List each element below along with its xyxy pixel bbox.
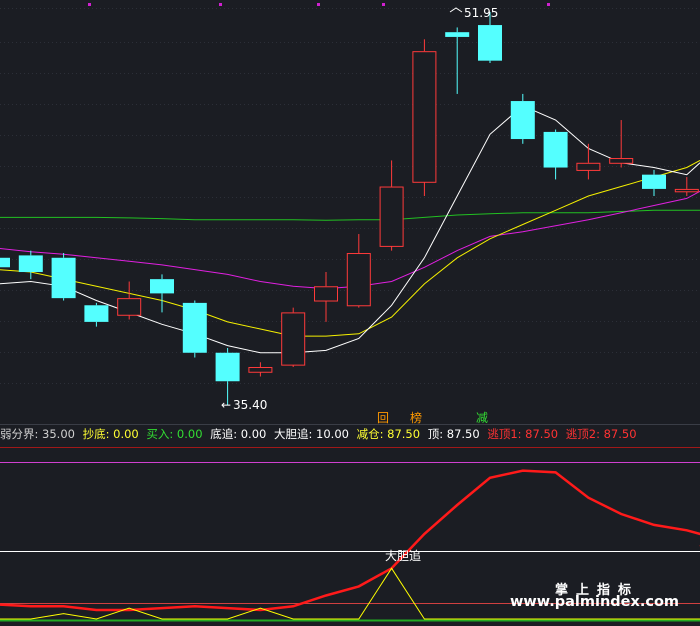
- watermark-url: www.palmindex.com: [510, 594, 680, 610]
- indicator-item-weak-boundary: 弱分界: 35.00: [0, 427, 75, 441]
- high-price-label: 51.95: [464, 6, 498, 20]
- indicator-item-bottom-fishing: 抄底: 0.00: [82, 427, 139, 441]
- candle-body-up: [412, 51, 437, 183]
- indicator-item-escape-top-2: 逃顶2: 87.50: [565, 427, 637, 441]
- candle-body-up: [576, 162, 601, 171]
- indicator-item-top: 顶: 87.50: [427, 427, 480, 441]
- candle-body-down: [478, 25, 502, 61]
- indicator-value-bar: 弱分界: 35.00 抄底: 0.00 买入: 0.00 底追: 0.00 大胆…: [0, 426, 700, 442]
- candle-body-up: [248, 367, 273, 373]
- indicator-item-bottom-chase: 底追: 0.00: [210, 427, 267, 441]
- candle-body-up: [314, 286, 338, 302]
- candle: [510, 93, 535, 144]
- top-dot-marker: [547, 3, 550, 6]
- candle-body-up: [117, 298, 142, 316]
- marker-bang: 榜: [410, 410, 422, 425]
- top-dot-marker: [219, 3, 222, 6]
- top-dot-marker: [382, 3, 385, 6]
- candle: [182, 300, 207, 358]
- candle: [281, 307, 306, 368]
- candle-body-down: [445, 32, 470, 37]
- top-dot-marker: [88, 3, 91, 6]
- top-dot-marker: [317, 3, 320, 6]
- candle-body-up: [379, 186, 404, 247]
- candle-body-down: [150, 279, 174, 294]
- low-label-group: ← 35.40: [221, 398, 267, 412]
- low-arrow-icon: ←: [221, 398, 231, 412]
- indicator-item-escape-top-1: 逃顶1: 87.50: [487, 427, 559, 441]
- chart-stage: 51.95 ← 35.40 回 榜 减 大胆追: [0, 0, 700, 626]
- candle-body-down: [51, 257, 76, 299]
- indicator-item-buy: 买入: 0.00: [146, 427, 203, 441]
- indicator-item-reduce: 减仓: 87.50: [356, 427, 421, 441]
- candle: [51, 253, 76, 301]
- candle-body-down: [84, 305, 109, 322]
- candle-body-down: [510, 101, 535, 140]
- indicator-item-bold-chase: 大胆追: 10.00: [274, 427, 349, 441]
- marker-jian: 减: [476, 411, 488, 425]
- candle-body-down: [543, 131, 568, 168]
- candle-body-down: [215, 352, 240, 382]
- candle-body-down: [182, 302, 207, 353]
- sub-annotation: 大胆追: [385, 548, 421, 563]
- candle-body-down: [18, 255, 43, 273]
- candle-body-up: [674, 188, 699, 193]
- candle: [412, 39, 437, 197]
- candle-body-up: [609, 158, 634, 164]
- candle-body-down: [0, 257, 10, 268]
- marker-hui: 回: [377, 411, 389, 425]
- candle-body-up: [346, 253, 371, 307]
- low-price-label: 35.40: [233, 398, 267, 412]
- candle-body-down: [642, 174, 666, 189]
- candle-body-up: [281, 312, 306, 366]
